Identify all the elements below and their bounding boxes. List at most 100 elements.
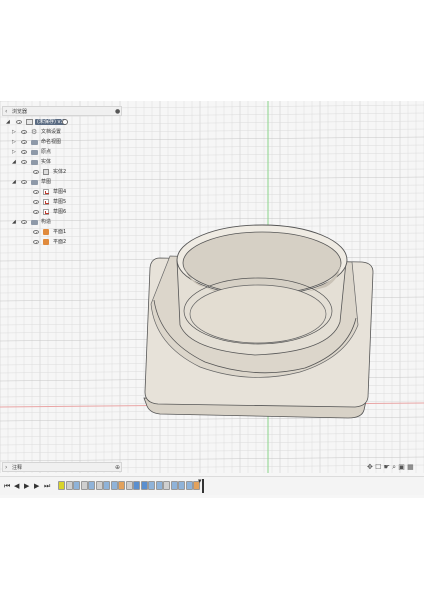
- visibility-eye-icon[interactable]: [33, 210, 39, 214]
- collapse-triangle-icon[interactable]: ◢: [6, 118, 10, 127]
- tree-item-label: 实体: [41, 159, 52, 165]
- timeline-feature-revolve-icon[interactable]: [103, 481, 110, 490]
- tree-item-label: 平面1: [53, 229, 67, 235]
- tree-item[interactable]: ◢ 构造: [2, 218, 122, 227]
- timeline-marker-head-icon[interactable]: ▾: [198, 478, 202, 485]
- visibility-eye-icon[interactable]: [21, 220, 27, 224]
- tree-item-label: 草图6: [53, 209, 67, 215]
- grid-line: [0, 448, 424, 454]
- add-comment-icon[interactable]: ⊕: [115, 464, 120, 471]
- tree-item-label: 原点: [41, 149, 52, 155]
- visibility-eye-icon[interactable]: [21, 150, 27, 154]
- visibility-eye-icon[interactable]: [33, 170, 39, 174]
- look-at-icon[interactable]: ☛: [384, 463, 390, 471]
- grid-line: [0, 440, 424, 446]
- display-settings-icon[interactable]: ▣: [398, 463, 405, 471]
- tree-item-label: 实体2: [53, 169, 67, 175]
- timeline-feature-sketch-icon[interactable]: [163, 481, 170, 490]
- visibility-eye-icon[interactable]: [21, 160, 27, 164]
- timeline-feature-fillet-icon[interactable]: [185, 481, 193, 490]
- skip-to-start-icon[interactable]: ⏮: [4, 480, 10, 492]
- comments-title: 注释: [12, 465, 23, 471]
- visibility-eye-icon[interactable]: [21, 180, 27, 184]
- tree-item-label: 命名视图: [41, 139, 62, 145]
- timeline-feature-shell-icon[interactable]: [170, 481, 178, 490]
- timeline-feature-sketch-icon[interactable]: [80, 481, 88, 490]
- play-icon[interactable]: ▶: [24, 480, 29, 492]
- tree-item-label: 草图5: [53, 199, 67, 205]
- timeline-feature-sketch-icon[interactable]: [58, 481, 65, 490]
- collapse-icon[interactable]: ‹: [5, 108, 7, 115]
- visibility-eye-icon[interactable]: [33, 230, 39, 234]
- browser-panel: ‹ 浏览器 ● ◢ (未保存) v1 ▷ ⚙ 文档设置 ▷ 命名视图 ▷ 原点 ◢ 实体 实体2 ◢…: [2, 106, 122, 246]
- expand-triangle-icon[interactable]: ▷: [12, 128, 16, 137]
- tree-item[interactable]: ◢ 实体: [2, 158, 122, 167]
- timeline-feature-extrude-icon[interactable]: [133, 481, 140, 490]
- orbit-icon[interactable]: ✥: [367, 463, 373, 471]
- gear-icon: ⚙: [31, 128, 38, 136]
- tree-root[interactable]: ◢ (未保存) v1: [2, 118, 122, 127]
- sketch-icon: [43, 189, 49, 195]
- tree-item[interactable]: ▷ 命名视图: [2, 138, 122, 147]
- timeline-feature-extrude-icon[interactable]: [140, 481, 148, 490]
- tree-item[interactable]: 草图6: [2, 208, 122, 217]
- folder-icon: [31, 220, 38, 225]
- browser-header[interactable]: ‹ 浏览器 ●: [2, 106, 122, 116]
- pan-icon[interactable]: ☐: [375, 463, 381, 471]
- timeline-feature-extrude-icon[interactable]: [88, 481, 95, 490]
- timeline-feature-fillet-icon[interactable]: [110, 481, 118, 490]
- timeline-feature-extrude-icon[interactable]: [73, 481, 80, 490]
- pin-icon[interactable]: ●: [115, 108, 120, 115]
- visibility-eye-icon[interactable]: [33, 200, 39, 204]
- grid-line: [0, 416, 424, 422]
- expand-triangle-icon[interactable]: ▷: [12, 138, 16, 147]
- tree-item[interactable]: 草图4: [2, 188, 122, 197]
- tree-item[interactable]: 实体2: [2, 168, 122, 177]
- 3d-model[interactable]: [143, 224, 374, 419]
- timeline-marker[interactable]: [202, 479, 204, 493]
- browser-title: 浏览器: [12, 109, 28, 115]
- plane-icon: [43, 229, 49, 235]
- expand-icon[interactable]: ›: [5, 464, 7, 471]
- step-forward-icon[interactable]: ▶: [34, 480, 39, 492]
- expand-triangle-icon[interactable]: ▷: [12, 148, 16, 157]
- visibility-eye-icon[interactable]: [21, 140, 27, 144]
- zoom-icon[interactable]: ⌕: [392, 463, 396, 471]
- tree-item[interactable]: 平面2: [2, 238, 122, 247]
- tree-item[interactable]: ▷ ⚙ 文档设置: [2, 128, 122, 137]
- comments-panel[interactable]: › 注释 ⊕: [2, 462, 122, 472]
- visibility-eye-icon[interactable]: [16, 120, 22, 124]
- timeline-feature-plane-icon[interactable]: [118, 481, 125, 490]
- sketch-icon: [43, 199, 49, 205]
- tree-item[interactable]: 草图5: [2, 198, 122, 207]
- collapse-triangle-icon[interactable]: ◢: [12, 158, 16, 167]
- collapse-triangle-icon[interactable]: ◢: [12, 218, 16, 227]
- timeline-feature-fillet-icon[interactable]: [155, 481, 163, 490]
- tree-item-label: 平面2: [53, 239, 67, 245]
- tree-item-label: 构造: [41, 219, 52, 225]
- timeline-feature-sketch-icon[interactable]: [65, 481, 73, 490]
- visibility-eye-icon[interactable]: [33, 240, 39, 244]
- grid-line: [0, 432, 424, 438]
- step-back-icon[interactable]: ◀: [14, 480, 19, 492]
- activate-radio-icon[interactable]: [62, 119, 68, 125]
- visibility-eye-icon[interactable]: [33, 190, 39, 194]
- collapse-triangle-icon[interactable]: ◢: [12, 178, 16, 187]
- navigation-toolbar: ✥ ☐ ☛ ⌕ ▣ ▦: [367, 462, 414, 472]
- skip-to-end-icon[interactable]: ⏭: [44, 480, 50, 492]
- grid-line: [0, 456, 424, 462]
- folder-icon: [31, 160, 38, 165]
- folder-icon: [31, 180, 38, 185]
- tree-item[interactable]: 平面1: [2, 228, 122, 237]
- sketch-icon: [43, 209, 49, 215]
- fusion-workspace: ‹ 浏览器 ● ◢ (未保存) v1 ▷ ⚙ 文档设置 ▷ 命名视图 ▷ 原点 ◢ 实体 实体2 ◢…: [0, 101, 424, 498]
- timeline-feature-fillet-icon[interactable]: [148, 481, 155, 490]
- timeline-feature-sketch-icon[interactable]: [95, 481, 103, 490]
- timeline-feature-sketch-icon[interactable]: [125, 481, 133, 490]
- tree-item[interactable]: ◢ 草图: [2, 178, 122, 187]
- tree-item[interactable]: ▷ 原点: [2, 148, 122, 157]
- grid-settings-icon[interactable]: ▦: [407, 463, 414, 471]
- tree-item-label: 草图4: [53, 189, 67, 195]
- visibility-eye-icon[interactable]: [21, 130, 27, 134]
- timeline-feature-fillet-icon[interactable]: [178, 481, 185, 490]
